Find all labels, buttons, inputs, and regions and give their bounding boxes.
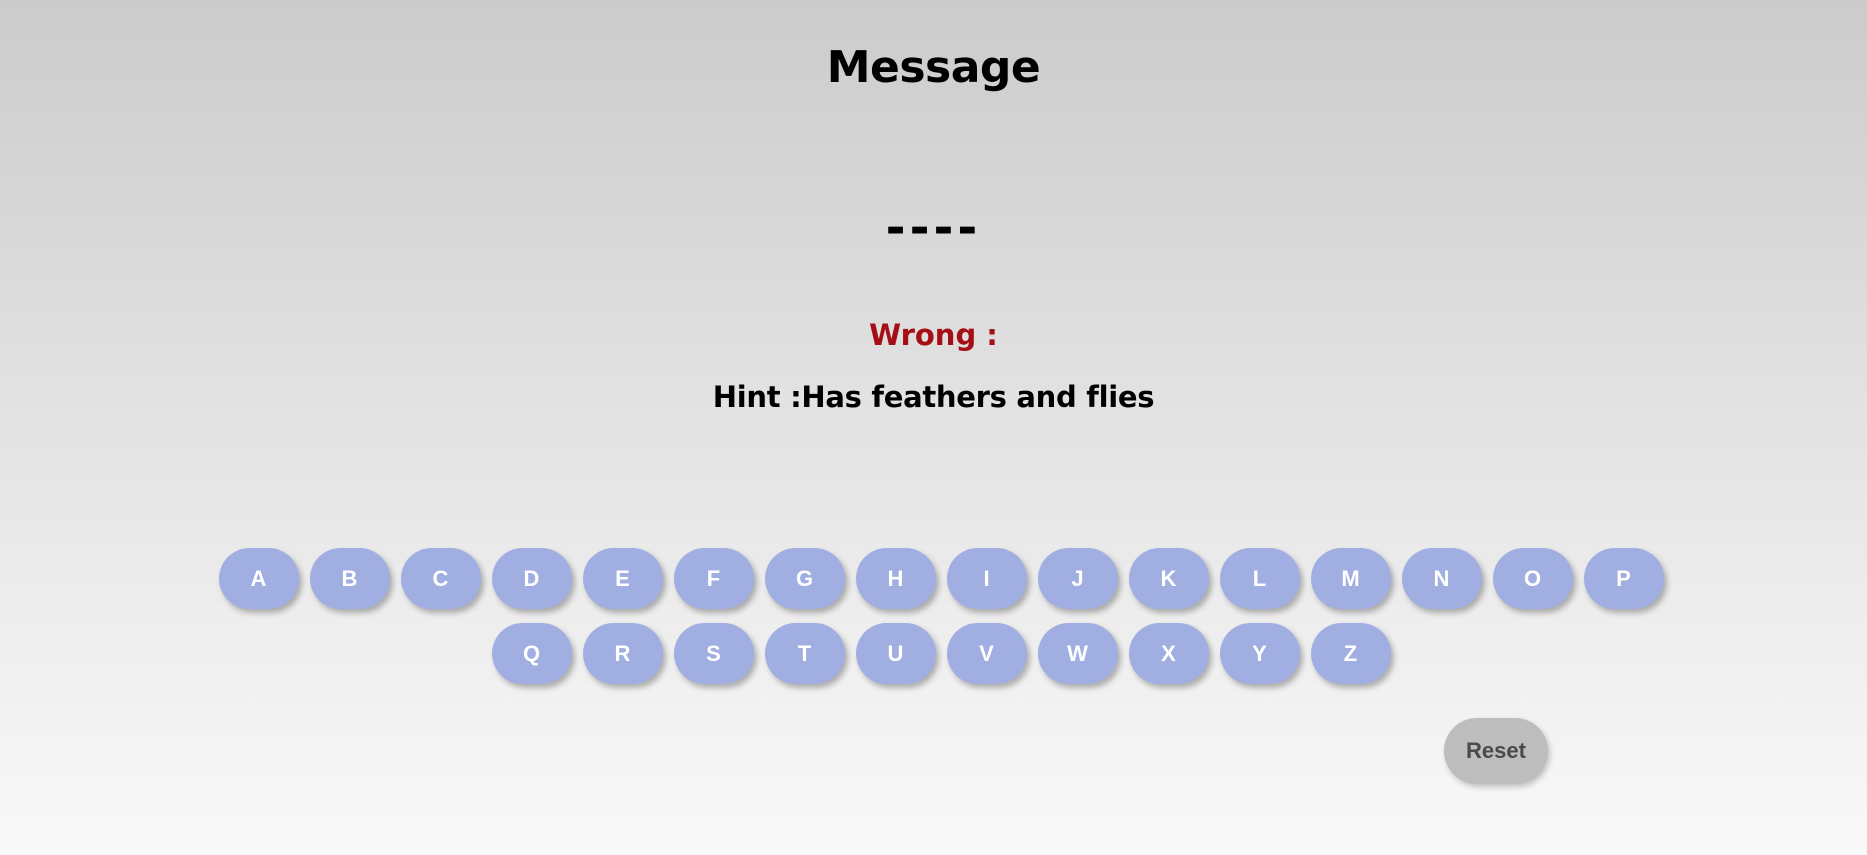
keyboard-row-1: ABCDEFGHIJKLMNOP: [213, 548, 1669, 609]
letter-key-l[interactable]: L: [1219, 548, 1300, 609]
letter-key-q[interactable]: Q: [491, 623, 572, 684]
letter-key-j[interactable]: J: [1037, 548, 1118, 609]
page-title: Message: [826, 42, 1041, 93]
keyboard-row-2: QRSTUVWXYZ: [213, 623, 1669, 684]
letter-key-y[interactable]: Y: [1219, 623, 1300, 684]
word-display: ----: [885, 200, 982, 256]
letter-key-h[interactable]: H: [855, 548, 936, 609]
letter-key-f[interactable]: F: [673, 548, 754, 609]
letter-key-k[interactable]: K: [1128, 548, 1209, 609]
letter-key-o[interactable]: O: [1492, 548, 1573, 609]
letter-key-b[interactable]: B: [309, 548, 390, 609]
letter-key-z[interactable]: Z: [1310, 623, 1391, 684]
reset-button[interactable]: Reset: [1444, 718, 1548, 784]
letter-key-r[interactable]: R: [582, 623, 663, 684]
letter-key-a[interactable]: A: [218, 548, 299, 609]
letter-key-p[interactable]: P: [1583, 548, 1664, 609]
wrong-guesses-label: Wrong :: [869, 318, 998, 352]
letter-keyboard: ABCDEFGHIJKLMNOP QRSTUVWXYZ: [213, 548, 1669, 698]
hint-text: Hint :Has feathers and flies: [712, 380, 1155, 414]
letter-key-c[interactable]: C: [400, 548, 481, 609]
letter-key-w[interactable]: W: [1037, 623, 1118, 684]
letter-key-i[interactable]: I: [946, 548, 1027, 609]
letter-key-x[interactable]: X: [1128, 623, 1209, 684]
letter-key-m[interactable]: M: [1310, 548, 1391, 609]
letter-key-e[interactable]: E: [582, 548, 663, 609]
letter-key-d[interactable]: D: [491, 548, 572, 609]
letter-key-t[interactable]: T: [764, 623, 845, 684]
letter-key-s[interactable]: S: [673, 623, 754, 684]
letter-key-n[interactable]: N: [1401, 548, 1482, 609]
letter-key-u[interactable]: U: [855, 623, 936, 684]
letter-key-v[interactable]: V: [946, 623, 1027, 684]
letter-key-g[interactable]: G: [764, 548, 845, 609]
